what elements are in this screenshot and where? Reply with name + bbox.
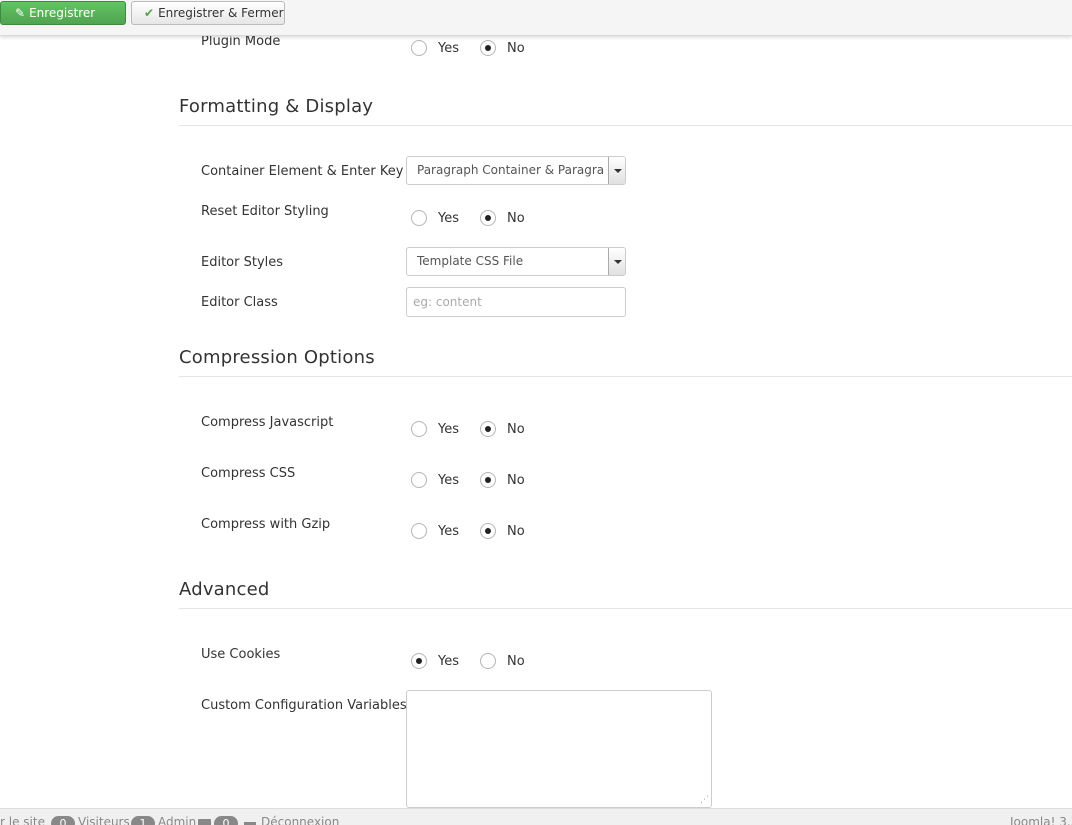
custom-config-variables-textarea[interactable]: [406, 690, 712, 808]
reset-editor-styling-no-radio[interactable]: No: [480, 210, 525, 226]
radio-circle: [411, 421, 427, 437]
version-text: Joomla! 3.3: [1010, 815, 1072, 825]
container-element-select[interactable]: Paragraph Container & Paragraph: [406, 156, 626, 185]
radio-circle: [411, 40, 427, 56]
radio-circle: [480, 653, 496, 669]
admin-count-badge: 1: [131, 816, 155, 825]
plugin-mode-label: Plugin Mode: [201, 34, 281, 49]
radio-label: No: [507, 421, 525, 437]
section-divider: [179, 125, 1072, 126]
check-icon: ✔: [144, 6, 155, 20]
logout-link[interactable]: Déconnexion: [261, 815, 339, 825]
visitors-label: Visiteurs: [78, 815, 130, 825]
save-button-label: Enregistrer: [29, 6, 96, 20]
admin-label: Admin: [158, 815, 197, 825]
section-divider: [179, 376, 1072, 377]
radio-circle: [411, 210, 427, 226]
radio-label: Yes: [438, 472, 459, 488]
plugin-mode-yes-radio[interactable]: Yes: [411, 40, 459, 56]
view-site-link[interactable]: r le site: [0, 815, 45, 825]
section-title-compression: Compression Options: [179, 347, 375, 368]
messages-count-badge: 0: [214, 816, 238, 825]
reset-editor-styling-label: Reset Editor Styling: [201, 204, 329, 219]
radio-label: Yes: [438, 421, 459, 437]
radio-label: No: [507, 523, 525, 539]
radio-label: No: [507, 40, 525, 56]
radio-circle-checked: [480, 472, 496, 488]
editor-class-input[interactable]: [406, 287, 626, 317]
radio-circle-checked: [480, 523, 496, 539]
radio-label: Yes: [438, 40, 459, 56]
radio-label: Yes: [438, 210, 459, 226]
toolbar: ✎ Enregistrer ✔ Enregistrer & Fermer: [0, 0, 1072, 36]
reset-editor-styling-yes-radio[interactable]: Yes: [411, 210, 459, 226]
radio-circle-checked: [411, 653, 427, 669]
compress-javascript-radio-group: Yes No: [411, 421, 541, 439]
chevron-down-icon: [608, 157, 625, 184]
custom-config-variables-label: Custom Configuration Variables: [201, 698, 407, 713]
radio-label: No: [507, 210, 525, 226]
status-bar: r le site 0 Visiteurs 1 Admin 0 Déconnex…: [0, 808, 1072, 825]
edit-icon: ✎: [15, 6, 26, 20]
compress-javascript-no-radio[interactable]: No: [480, 421, 525, 437]
save-button[interactable]: ✎ Enregistrer: [0, 1, 126, 25]
visitors-count-badge: 0: [51, 816, 75, 825]
compress-gzip-yes-radio[interactable]: Yes: [411, 523, 459, 539]
compress-css-label: Compress CSS: [201, 466, 296, 481]
reset-editor-styling-radio-group: Yes No: [411, 210, 541, 228]
compress-css-no-radio[interactable]: No: [480, 472, 525, 488]
save-close-button-label: Enregistrer & Fermer: [158, 6, 284, 20]
compress-css-yes-radio[interactable]: Yes: [411, 472, 459, 488]
mail-icon[interactable]: [198, 819, 211, 825]
radio-label: Yes: [438, 653, 459, 669]
compress-gzip-label: Compress with Gzip: [201, 517, 331, 532]
use-cookies-label: Use Cookies: [201, 647, 281, 662]
resize-grip-icon[interactable]: ⋰: [700, 795, 710, 805]
editor-class-label: Editor Class: [201, 295, 278, 310]
container-element-label: Container Element & Enter Key: [201, 164, 404, 179]
compress-javascript-label: Compress Javascript: [201, 415, 334, 430]
section-title-advanced: Advanced: [179, 579, 270, 600]
plugin-mode-no-radio[interactable]: No: [480, 40, 525, 56]
editor-styles-select[interactable]: Template CSS File: [406, 247, 626, 276]
container-element-value: Paragraph Container & Paragraph: [417, 163, 603, 177]
radio-label: No: [507, 653, 525, 669]
radio-label: Yes: [438, 523, 459, 539]
radio-circle-checked: [480, 210, 496, 226]
save-close-button[interactable]: ✔ Enregistrer & Fermer: [131, 1, 285, 25]
use-cookies-yes-radio[interactable]: Yes: [411, 653, 459, 669]
section-title-formatting: Formatting & Display: [179, 96, 374, 117]
use-cookies-radio-group: Yes No: [411, 653, 541, 671]
compress-javascript-yes-radio[interactable]: Yes: [411, 421, 459, 437]
radio-circle-checked: [480, 40, 496, 56]
compress-css-radio-group: Yes No: [411, 472, 541, 490]
compress-gzip-no-radio[interactable]: No: [480, 523, 525, 539]
radio-circle: [411, 523, 427, 539]
chevron-down-icon: [608, 248, 625, 275]
radio-label: No: [507, 472, 525, 488]
compress-gzip-radio-group: Yes No: [411, 523, 541, 541]
section-divider: [179, 608, 1072, 609]
radio-circle-checked: [480, 421, 496, 437]
plugin-mode-radio-group: Yes No: [411, 40, 541, 58]
radio-circle: [411, 472, 427, 488]
editor-styles-value: Template CSS File: [417, 254, 524, 268]
editor-styles-label: Editor Styles: [201, 255, 284, 270]
use-cookies-no-radio[interactable]: No: [480, 653, 525, 669]
